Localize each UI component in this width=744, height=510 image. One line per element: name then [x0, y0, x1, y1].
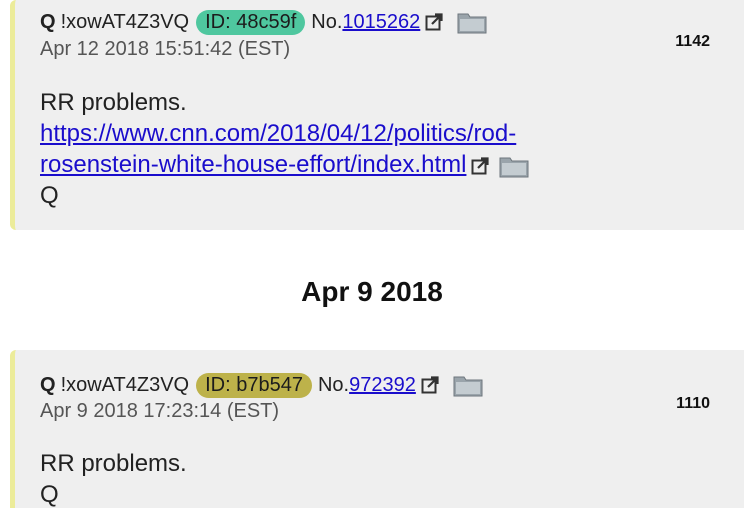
post-number-link[interactable]: 1015262 — [342, 9, 420, 35]
poster-name: Q — [40, 11, 56, 33]
tripcode: !xowAT4Z3VQ — [60, 374, 190, 396]
post-body: RR problems. Q — [40, 448, 187, 510]
folder-icon[interactable] — [453, 373, 483, 397]
folder-icon[interactable] — [499, 154, 529, 178]
post-text: RR problems. — [40, 450, 187, 477]
reply-count: 1110 — [676, 395, 710, 412]
poster-name: Q — [40, 374, 56, 396]
post-number-link[interactable]: 972392 — [349, 372, 416, 398]
external-link-icon[interactable] — [425, 13, 443, 31]
post-card: Q !xowAT4Z3VQ ID: b7b547 No. 972392 1110… — [10, 350, 744, 508]
post-header: Q !xowAT4Z3VQ ID: 48c59f No. 1015262 — [40, 9, 487, 35]
post-signature: Q — [40, 182, 59, 209]
external-link-icon[interactable] — [421, 376, 439, 394]
post-date: Apr 12 2018 15:51:42 (EST) — [40, 38, 291, 60]
post-card: Q !xowAT4Z3VQ ID: 48c59f No. 1015262 114… — [10, 0, 744, 230]
post-date: Apr 9 2018 17:23:14 (EST) — [40, 400, 280, 422]
reply-count: 1142 — [675, 33, 710, 50]
external-link-icon[interactable] — [471, 157, 490, 175]
post-text: RR problems. — [40, 89, 187, 116]
post-header: Q !xowAT4Z3VQ ID: b7b547 No. 972392 — [40, 372, 483, 398]
article-link[interactable]: https://www.cnn.com/2018/04/12/politics/… — [40, 120, 516, 147]
article-link-continued[interactable]: rosenstein-white-house-effort/index.html — [40, 151, 466, 178]
tripcode: !xowAT4Z3VQ — [60, 11, 190, 33]
post-signature: Q — [40, 481, 59, 508]
poster-id-badge[interactable]: ID: 48c59f — [196, 9, 306, 35]
day-heading: Apr 9 2018 — [301, 276, 443, 307]
poster-id-badge[interactable]: ID: b7b547 — [196, 372, 312, 398]
post-number-label: No. — [317, 374, 350, 396]
post-number-label: No. — [311, 11, 343, 33]
folder-icon[interactable] — [457, 10, 487, 34]
post-body: RR problems. https://www.cnn.com/2018/04… — [40, 87, 529, 211]
